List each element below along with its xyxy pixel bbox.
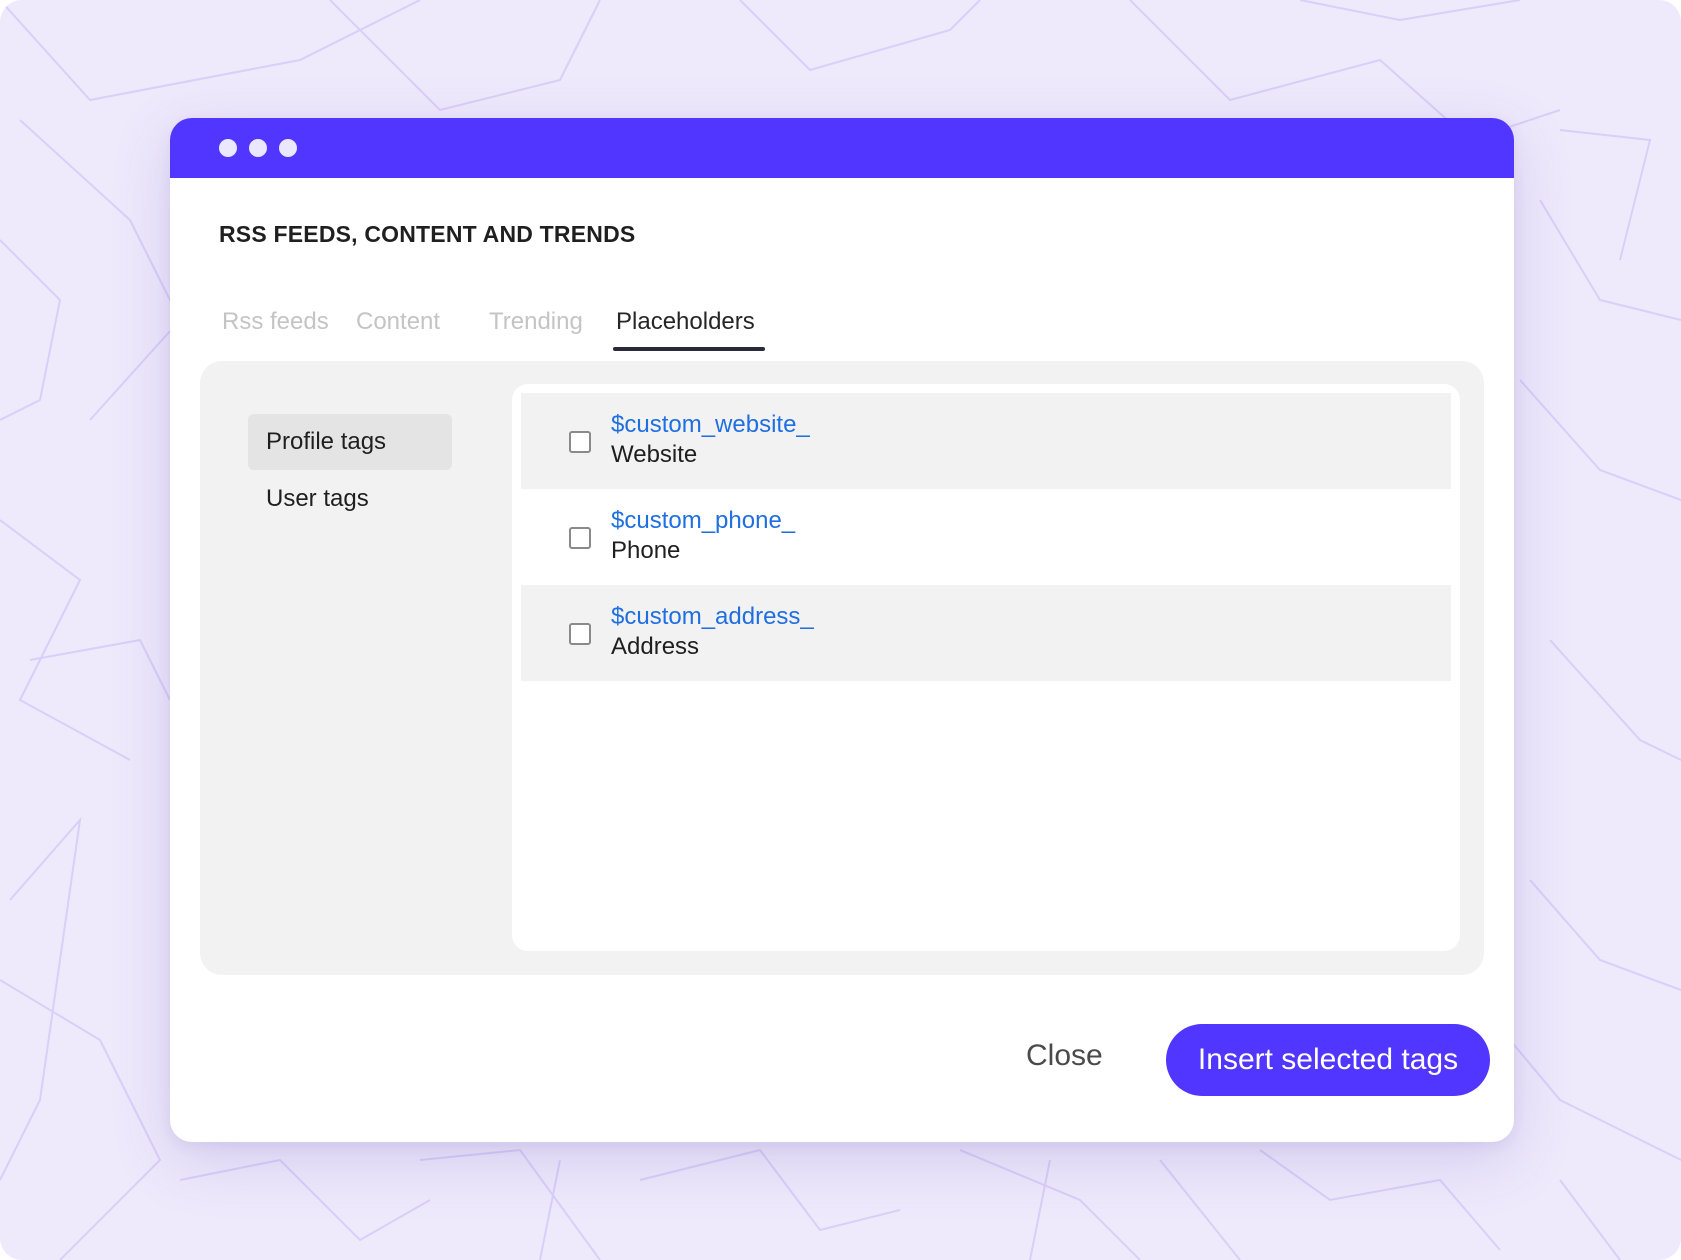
dialog-window: RSS FEEDS, CONTENT AND TRENDS Rss feeds …	[170, 118, 1514, 1142]
insert-selected-tags-button[interactable]: Insert selected tags	[1166, 1024, 1490, 1096]
close-button[interactable]: Close	[1008, 1020, 1121, 1092]
tag-code: $custom_phone_	[611, 507, 796, 534]
tab-trending[interactable]: Trending	[489, 308, 583, 336]
tag-label: Website	[611, 441, 698, 468]
sidebar-item-profile-tags[interactable]: Profile tags	[248, 414, 452, 470]
tag-code: $custom_website_	[611, 411, 810, 438]
window-control-dot-icon[interactable]	[279, 139, 297, 157]
tab-rss-feeds[interactable]: Rss feeds	[222, 308, 329, 336]
tag-checkbox[interactable]	[569, 623, 591, 645]
tag-checkbox[interactable]	[569, 527, 591, 549]
tag-code: $custom_address_	[611, 603, 814, 630]
tag-label: Phone	[611, 537, 681, 564]
tag-list: $custom_website_ Website $custom_phone_ …	[512, 384, 1460, 951]
list-item[interactable]: $custom_website_ Website	[521, 393, 1451, 489]
window-control-dot-icon[interactable]	[249, 139, 267, 157]
tab-content[interactable]: Content	[356, 308, 440, 336]
tag-label: Address	[611, 633, 700, 660]
page-background: RSS FEEDS, CONTENT AND TRENDS Rss feeds …	[0, 0, 1681, 1260]
active-tab-indicator	[613, 347, 765, 351]
tag-checkbox[interactable]	[569, 431, 591, 453]
list-item[interactable]: $custom_phone_ Phone	[521, 489, 1451, 585]
sidebar-item-user-tags[interactable]: User tags	[248, 471, 452, 527]
window-control-dot-icon[interactable]	[219, 139, 237, 157]
placeholders-panel: Profile tags User tags $custom_website_ …	[200, 361, 1484, 975]
list-item[interactable]: $custom_address_ Address	[521, 585, 1451, 681]
dialog-title: RSS FEEDS, CONTENT AND TRENDS	[219, 221, 636, 247]
tab-placeholders[interactable]: Placeholders	[616, 308, 755, 336]
window-titlebar	[170, 118, 1514, 178]
